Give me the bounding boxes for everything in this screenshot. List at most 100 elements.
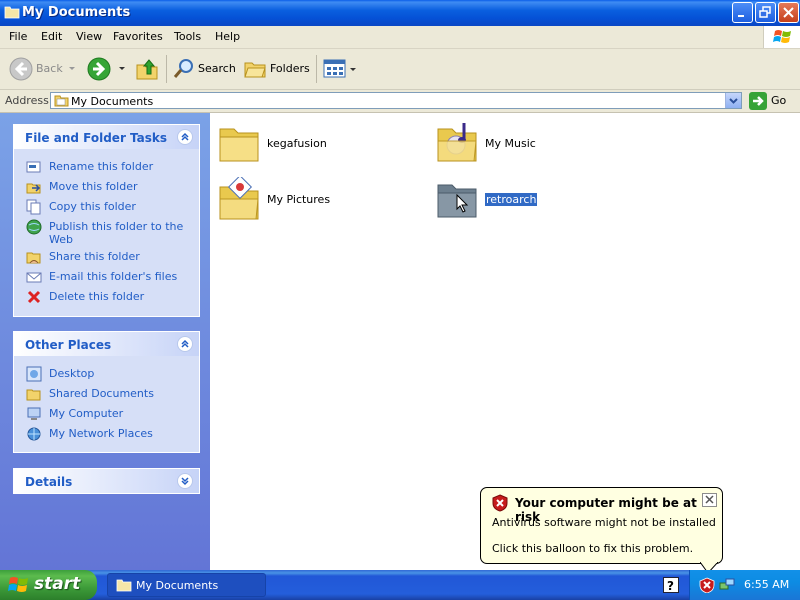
place-label: Desktop bbox=[49, 367, 95, 380]
folders-button[interactable]: Folders bbox=[242, 54, 310, 84]
chevron-down-icon bbox=[69, 67, 75, 70]
task-label: Copy this folder bbox=[49, 200, 136, 213]
panel-title: Other Places bbox=[25, 338, 112, 352]
email-icon bbox=[26, 272, 42, 283]
address-label: Address bbox=[5, 94, 49, 107]
task-label: Share this folder bbox=[49, 250, 140, 263]
forward-arrow-icon bbox=[87, 57, 111, 81]
folder-icon bbox=[54, 95, 69, 107]
windows-logo bbox=[763, 26, 800, 48]
back-label: Back bbox=[36, 62, 63, 75]
expand-button[interactable] bbox=[177, 473, 193, 489]
address-field[interactable]: My Documents bbox=[50, 92, 742, 109]
close-icon bbox=[783, 7, 794, 18]
folder-name: retroarch bbox=[485, 193, 538, 206]
chevron-down-icon bbox=[119, 67, 125, 70]
search-icon bbox=[173, 59, 193, 78]
collapse-button[interactable] bbox=[177, 336, 193, 352]
chevron-up-icon bbox=[181, 132, 189, 141]
menu-edit[interactable]: Edit bbox=[41, 30, 62, 43]
start-button[interactable]: start bbox=[0, 570, 97, 600]
panel-title: Details bbox=[25, 475, 73, 489]
menu-bar: File Edit View Favorites Tools Help bbox=[0, 26, 800, 49]
file-folder-tasks-panel: File and Folder Tasks Rename this folder… bbox=[13, 124, 200, 317]
start-label: start bbox=[34, 574, 81, 594]
menu-file[interactable]: File bbox=[9, 30, 27, 43]
go-arrow-icon bbox=[749, 92, 767, 110]
folder-name: My Pictures bbox=[267, 193, 331, 206]
toolbar-separator bbox=[316, 55, 317, 83]
restore-icon bbox=[759, 6, 771, 18]
network-icon bbox=[27, 427, 41, 441]
panel-header[interactable]: Details bbox=[14, 469, 199, 493]
search-label: Search bbox=[198, 62, 236, 75]
folder-icon bbox=[26, 389, 41, 401]
views-button[interactable] bbox=[320, 55, 358, 83]
address-dropdown-button[interactable] bbox=[725, 93, 741, 108]
close-icon bbox=[705, 495, 714, 504]
place-label: My Computer bbox=[49, 407, 124, 420]
folder-icon bbox=[4, 6, 20, 19]
toolbar: Back Search Folders bbox=[0, 49, 800, 90]
balloon-message: Antivirus software might not be installe… bbox=[492, 516, 716, 529]
task-pane: File and Folder Tasks Rename this folder… bbox=[0, 113, 210, 570]
forward-button[interactable] bbox=[86, 54, 128, 84]
folder-item[interactable]: My Music bbox=[436, 121, 636, 171]
maximize-button[interactable] bbox=[755, 2, 776, 23]
chevron-down-icon bbox=[181, 477, 189, 486]
search-button[interactable]: Search bbox=[170, 54, 236, 84]
desktop-icon bbox=[26, 366, 42, 382]
toolbar-separator bbox=[166, 55, 167, 83]
other-places-panel: Other Places Desktop Shared Documents My… bbox=[13, 331, 200, 453]
music-folder-icon bbox=[437, 123, 477, 162]
chevron-down-icon bbox=[350, 68, 356, 71]
place-label: Shared Documents bbox=[49, 387, 154, 400]
menu-tools[interactable]: Tools bbox=[174, 30, 201, 43]
views-icon bbox=[323, 59, 346, 78]
go-button[interactable]: Go bbox=[748, 91, 796, 111]
share-icon bbox=[26, 252, 41, 264]
window-title: My Documents bbox=[22, 5, 131, 20]
up-folder-icon bbox=[136, 59, 158, 80]
folder-item[interactable]: kegafusion bbox=[218, 121, 418, 171]
help-tray-button[interactable]: ? bbox=[663, 577, 679, 593]
folders-icon bbox=[244, 62, 266, 78]
go-label: Go bbox=[771, 94, 787, 107]
minimize-button[interactable] bbox=[732, 2, 753, 23]
task-label: Delete this folder bbox=[49, 290, 145, 303]
globe-icon bbox=[26, 219, 42, 235]
task-label: Publish this folder to the Web bbox=[49, 220, 184, 246]
help-icon: ? bbox=[667, 579, 674, 593]
security-balloon[interactable]: Your computer might be at risk Antivirus… bbox=[480, 487, 723, 564]
folder-item[interactable]: My Pictures bbox=[218, 177, 418, 227]
panel-header[interactable]: Other Places bbox=[14, 332, 199, 356]
menu-favorites[interactable]: Favorites bbox=[113, 30, 163, 43]
task-label: Rename this folder bbox=[49, 160, 154, 173]
back-arrow-icon bbox=[9, 57, 33, 81]
menu-help[interactable]: Help bbox=[215, 30, 240, 43]
taskbar: start My Documents ? 6:55 AM bbox=[0, 570, 800, 600]
delete-icon bbox=[27, 290, 41, 304]
task-label: E-mail this folder's files bbox=[49, 270, 178, 283]
network-tray-icon[interactable] bbox=[719, 577, 735, 593]
panel-header[interactable]: File and Folder Tasks bbox=[14, 125, 199, 149]
task-label: Move this folder bbox=[49, 180, 138, 193]
chevron-down-icon bbox=[729, 98, 738, 104]
security-alert-icon[interactable] bbox=[699, 577, 715, 593]
title-bar[interactable]: My Documents bbox=[0, 0, 800, 26]
up-folder-button[interactable] bbox=[134, 55, 160, 83]
clock[interactable]: 6:55 AM bbox=[744, 578, 789, 591]
collapse-button[interactable] bbox=[177, 129, 193, 145]
balloon-close-button[interactable] bbox=[702, 493, 717, 507]
windows-flag-icon bbox=[8, 577, 28, 592]
chevron-up-icon bbox=[181, 339, 189, 348]
windows-flag-icon bbox=[773, 30, 791, 43]
back-button[interactable]: Back bbox=[6, 54, 78, 84]
move-icon bbox=[26, 183, 41, 194]
taskbar-item-my-documents[interactable]: My Documents bbox=[107, 573, 266, 597]
system-tray: 6:55 AM bbox=[689, 570, 800, 600]
folder-item-selected[interactable]: retroarch bbox=[436, 177, 636, 227]
details-panel: Details bbox=[13, 468, 200, 494]
menu-view[interactable]: View bbox=[76, 30, 102, 43]
close-button[interactable] bbox=[778, 2, 799, 23]
